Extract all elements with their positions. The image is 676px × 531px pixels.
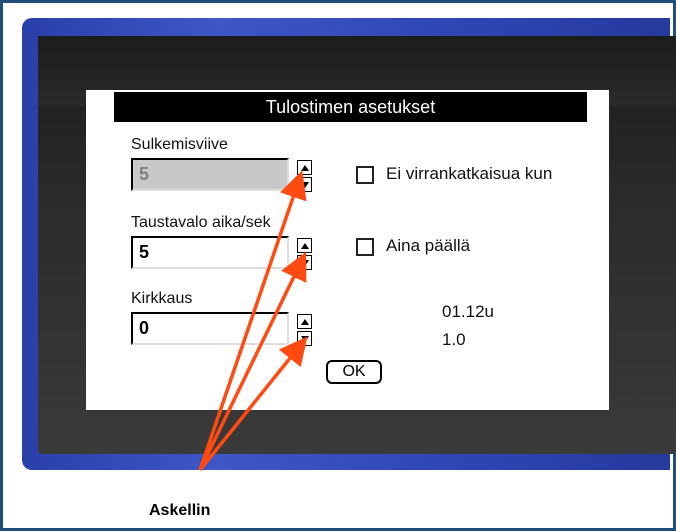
shutdown-delay-field[interactable]: 5 (131, 158, 289, 191)
backlight-time-field[interactable]: 5 (131, 236, 289, 269)
no-power-off-checkbox[interactable] (356, 166, 374, 184)
stepper-caption: Askellin (149, 502, 211, 519)
backlight-time-stepper[interactable] (297, 238, 312, 270)
step-down-icon[interactable] (297, 255, 312, 270)
step-up-icon[interactable] (297, 160, 312, 175)
brightness-label: Kirkkaus (131, 290, 193, 307)
dialog-title: Tulostimen asetukset (114, 92, 587, 122)
shutdown-delay-label: Sulkemisviive (131, 136, 228, 153)
step-up-icon[interactable] (297, 314, 312, 329)
printer-settings-dialog: Tulostimen asetukset Sulkemisviive 5 Ei … (86, 90, 609, 410)
backlight-time-label: Taustavalo aika/sek (131, 214, 271, 231)
step-up-icon[interactable] (297, 238, 312, 253)
no-power-off-label: Ei virrankatkaisua kun (386, 164, 553, 183)
step-down-icon[interactable] (297, 177, 312, 192)
step-down-icon[interactable] (297, 331, 312, 346)
ok-button[interactable]: OK (326, 360, 382, 384)
shutdown-delay-stepper[interactable] (297, 160, 312, 192)
firmware-version: 01.12u (442, 302, 494, 321)
always-on-label: Aina päällä (386, 236, 471, 255)
brightness-stepper[interactable] (297, 314, 312, 346)
always-on-checkbox[interactable] (356, 238, 374, 256)
hardware-version: 1.0 (442, 330, 466, 349)
brightness-field[interactable]: 0 (131, 312, 289, 345)
